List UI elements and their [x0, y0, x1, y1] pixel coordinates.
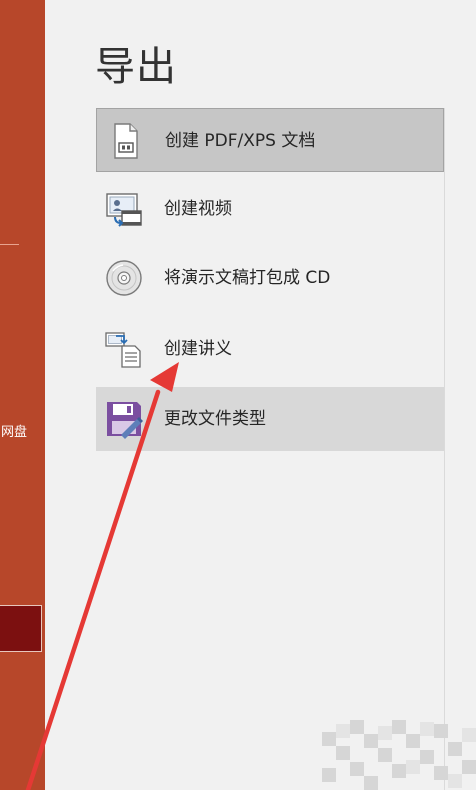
- export-option-create-pdf[interactable]: 创建 PDF/XPS 文档: [96, 108, 444, 172]
- panel-divider: [444, 108, 445, 790]
- save-file-type-icon: [107, 402, 143, 439]
- handout-icon: [105, 332, 141, 368]
- export-option-label: 创建 PDF/XPS 文档: [165, 131, 316, 151]
- sidebar-item-cloud-drive[interactable]: 网盘: [0, 421, 46, 440]
- page-title: 导出: [95, 44, 177, 90]
- export-option-package-cd[interactable]: 将演示文稿打包成 CD: [96, 246, 444, 310]
- export-option-label: 将演示文稿打包成 CD: [164, 268, 331, 288]
- export-option-label: 创建视频: [164, 199, 232, 219]
- video-icon: [106, 193, 142, 227]
- export-option-label: 更改文件类型: [164, 409, 266, 429]
- sidebar-divider: [0, 244, 19, 245]
- blurred-watermark: [322, 720, 476, 790]
- cd-icon: [106, 260, 142, 296]
- export-option-change-file-type[interactable]: 更改文件类型: [96, 387, 444, 451]
- export-option-create-handout[interactable]: 创建讲义: [96, 317, 444, 381]
- sidebar-item-export-selected[interactable]: [0, 605, 42, 652]
- export-option-create-video[interactable]: 创建视频: [96, 177, 444, 241]
- pdf-document-icon: [114, 123, 138, 159]
- export-option-label: 创建讲义: [164, 339, 232, 359]
- backstage-sidebar: 网盘: [0, 0, 45, 790]
